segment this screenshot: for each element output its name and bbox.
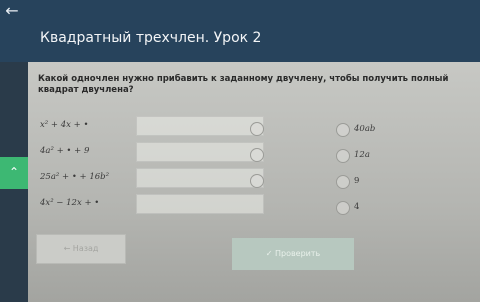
expression-row: 4a² + • + 9	[40, 142, 89, 160]
answer-option[interactable]: 9	[336, 172, 436, 190]
drop-target[interactable]	[136, 116, 264, 136]
answer-text: 40ab	[354, 124, 376, 134]
drop-target[interactable]	[136, 168, 264, 188]
lesson-content: Какой одночлен нужно прибавить к заданно…	[28, 62, 480, 302]
expression-row: x² + 4x + •	[40, 116, 88, 134]
back-arrow-icon[interactable]: ←	[0, 0, 24, 22]
drag-handle-icon[interactable]	[336, 123, 350, 137]
question-text: Какой одночлен нужно прибавить к заданно…	[38, 74, 449, 95]
answer-option[interactable]: 4	[336, 198, 436, 216]
expression-text: 4x² − 12x + •	[40, 198, 100, 208]
drop-slot-icon[interactable]	[250, 122, 264, 136]
expression-text: 4a² + • + 9	[40, 146, 90, 156]
drag-handle-icon[interactable]	[336, 201, 350, 215]
answer-text: 9	[354, 176, 360, 186]
back-button[interactable]: ← Назад	[36, 234, 126, 264]
answer-option[interactable]: 12a	[336, 146, 436, 164]
expression-text: x² + 4x + •	[40, 120, 89, 130]
top-bar: ← Квадратный трехчлен. Урок 2	[0, 0, 480, 63]
drag-handle-icon[interactable]	[336, 149, 350, 163]
drop-slot-icon[interactable]	[250, 174, 264, 188]
expression-text: 25a² + • + 16b²	[40, 172, 110, 182]
check-button[interactable]: ✓ Проверить	[232, 238, 354, 270]
drop-target[interactable]	[136, 194, 264, 214]
sidebar: ⌃	[0, 62, 28, 302]
drop-slot-icon[interactable]	[250, 148, 264, 162]
chevron-up-icon: ⌃	[8, 165, 20, 179]
drop-target[interactable]	[136, 142, 264, 162]
collapse-sidebar-button[interactable]: ⌃	[0, 157, 28, 189]
answer-text: 12a	[354, 150, 370, 160]
expression-row: 25a² + • + 16b²	[40, 168, 109, 186]
page-title: Квадратный трехчлен. Урок 2	[40, 30, 262, 46]
answer-text: 4	[354, 202, 360, 212]
answer-option[interactable]: 40ab	[336, 120, 436, 138]
drag-handle-icon[interactable]	[336, 175, 350, 189]
expression-row: 4x² − 12x + •	[40, 194, 99, 212]
